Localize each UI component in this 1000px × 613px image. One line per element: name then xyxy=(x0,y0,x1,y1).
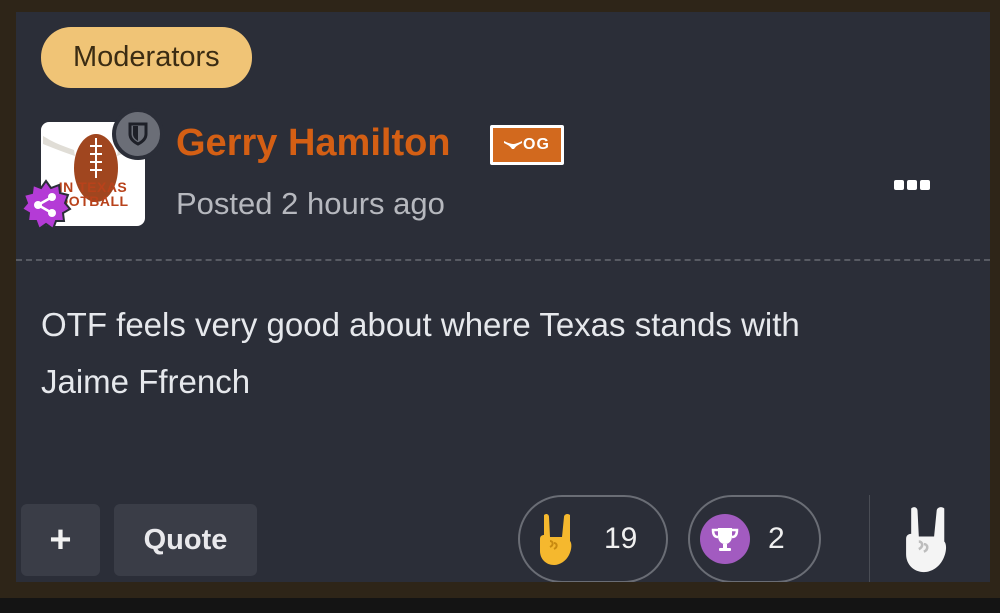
author-name[interactable]: Gerry Hamilton xyxy=(176,120,451,166)
reaction-horns-pill[interactable]: 19 xyxy=(518,495,668,582)
trophy-icon xyxy=(711,528,739,551)
ellipsis-dot xyxy=(894,180,904,190)
share-badge xyxy=(20,179,72,231)
quote-button[interactable]: Quote xyxy=(114,504,257,576)
horns-icon xyxy=(540,513,572,565)
post-timestamp[interactable]: Posted 2 hours ago xyxy=(176,184,445,224)
longhorn-icon xyxy=(504,141,523,149)
post-card: Moderators IN TEXAS OOTBALL Gerry Hamilt… xyxy=(16,12,990,582)
add-reaction-button[interactable] xyxy=(892,494,966,582)
og-rank-label: OG xyxy=(523,136,550,153)
post-body: OTF feels very good about where Texas st… xyxy=(41,296,941,410)
ellipsis-dot xyxy=(920,180,930,190)
reaction-trophy-pill[interactable]: 2 xyxy=(688,495,821,582)
horns-icon xyxy=(906,507,947,573)
og-rank-badge: OG xyxy=(490,125,564,165)
more-options-button[interactable] xyxy=(882,167,942,203)
reaction-separator xyxy=(869,495,870,582)
reaction-count: 19 xyxy=(604,522,638,555)
bottom-strip xyxy=(0,598,1000,613)
header-divider xyxy=(16,259,990,261)
ellipsis-dot xyxy=(907,180,917,190)
post-body-line: Jaime Ffrench xyxy=(41,363,251,400)
group-badge[interactable]: Moderators xyxy=(41,27,252,88)
shield-icon xyxy=(128,122,148,146)
trophy-badge xyxy=(700,514,750,564)
share-icon xyxy=(20,179,72,231)
post-body-line: OTF feels very good about where Texas st… xyxy=(41,306,800,343)
moderator-shield-badge xyxy=(112,108,164,160)
reaction-count: 2 xyxy=(768,522,785,555)
add-button[interactable]: + xyxy=(21,504,100,576)
